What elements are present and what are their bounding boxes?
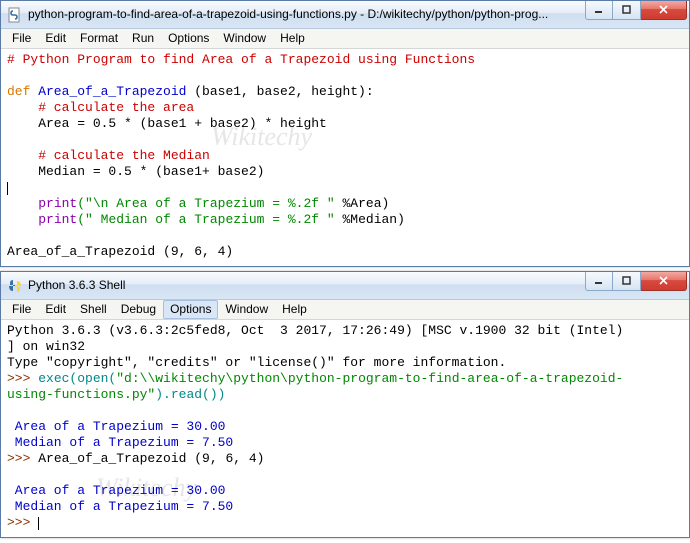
text-cursor [7, 182, 8, 195]
menu-debug[interactable]: Debug [114, 300, 163, 319]
editor-window: python-program-to-find-area-of-a-trapezo… [0, 0, 690, 267]
menu-help[interactable]: Help [273, 29, 312, 48]
shell-prompt: >>> [7, 451, 38, 466]
code-line: Area_of_a_Trapezoid (9, 6, 4) [7, 244, 233, 259]
code-print: print [38, 196, 77, 211]
shell-line: Python 3.6.3 (v3.6.3:2c5fed8, Oct 3 2017… [7, 323, 623, 338]
code-funcname: Area_of_a_Trapezoid [30, 84, 194, 99]
maximize-button[interactable] [613, 272, 641, 291]
shell-title-text: Python 3.6.3 Shell [28, 278, 585, 293]
code-tail: %Area) [335, 196, 390, 211]
shell-output: Median of a Trapezium = 7.50 [7, 435, 233, 450]
code-string: (" Median of a Trapezium = %.2f " [77, 212, 334, 227]
shell-prompt: >>> [7, 371, 38, 386]
shell-line: ] on win32 [7, 339, 85, 354]
text-cursor [38, 517, 39, 530]
menu-format[interactable]: Format [73, 29, 125, 48]
minimize-button[interactable] [585, 272, 613, 291]
editor-window-buttons [585, 1, 687, 20]
shell-window-buttons [585, 272, 687, 291]
code-line: Median = 0.5 * (base1+ base2) [7, 164, 264, 179]
code-keyword-def: def [7, 84, 30, 99]
shell-line: Type "copyright", "credits" or "license(… [7, 355, 506, 370]
menu-run[interactable]: Run [125, 29, 161, 48]
editor-title-text: python-program-to-find-area-of-a-trapezo… [28, 7, 585, 22]
shell-string: "d:\\wikitechy\python\python-program-to-… [116, 371, 623, 386]
code-line: # calculate the Median [7, 148, 210, 163]
code-line: # Python Program to find Area of a Trape… [7, 52, 475, 67]
menu-file[interactable]: File [5, 29, 38, 48]
shell-menubar: File Edit Shell Debug Options Window Hel… [1, 300, 689, 320]
python-icon [7, 278, 23, 294]
minimize-button[interactable] [585, 1, 613, 20]
maximize-button[interactable] [613, 1, 641, 20]
menu-file[interactable]: File [5, 300, 38, 319]
menu-edit[interactable]: Edit [38, 300, 73, 319]
code-line: # calculate the area [7, 100, 194, 115]
code-print: print [38, 212, 77, 227]
menu-window[interactable]: Window [216, 29, 273, 48]
shell-exec: exec(open( [38, 371, 116, 386]
menu-options[interactable]: Options [163, 300, 218, 319]
shell-output: Area of a Trapezium = 30.00 [7, 419, 225, 434]
shell-output: Median of a Trapezium = 7.50 [7, 499, 233, 514]
shell-window: Python 3.6.3 Shell File Edit Shell Debug… [0, 271, 690, 538]
shell-titlebar[interactable]: Python 3.6.3 Shell [1, 272, 689, 300]
menu-help[interactable]: Help [275, 300, 314, 319]
code-string: ("\n Area of a Trapezium = %.2f " [77, 196, 334, 211]
python-file-icon [7, 7, 23, 23]
menu-edit[interactable]: Edit [38, 29, 73, 48]
shell-prompt: >>> [7, 515, 38, 530]
code-line: Area = 0.5 * (base1 + base2) * height [7, 116, 327, 131]
close-button[interactable] [641, 272, 687, 291]
editor-code-area[interactable]: # Python Program to find Area of a Trape… [1, 49, 689, 266]
code-params: (base1, base2, height): [194, 84, 373, 99]
menu-options[interactable]: Options [161, 29, 216, 48]
close-button[interactable] [641, 1, 687, 20]
shell-input: Area_of_a_Trapezoid (9, 6, 4) [38, 451, 264, 466]
editor-menubar: File Edit Format Run Options Window Help [1, 29, 689, 49]
menu-window[interactable]: Window [218, 300, 275, 319]
menu-shell[interactable]: Shell [73, 300, 114, 319]
shell-string: using-functions.py" [7, 387, 155, 402]
code-tail: %Median) [335, 212, 405, 227]
shell-output-area[interactable]: Python 3.6.3 (v3.6.3:2c5fed8, Oct 3 2017… [1, 320, 689, 537]
shell-exec: ).read()) [155, 387, 225, 402]
shell-output: Area of a Trapezium = 30.00 [7, 483, 225, 498]
editor-titlebar[interactable]: python-program-to-find-area-of-a-trapezo… [1, 1, 689, 29]
